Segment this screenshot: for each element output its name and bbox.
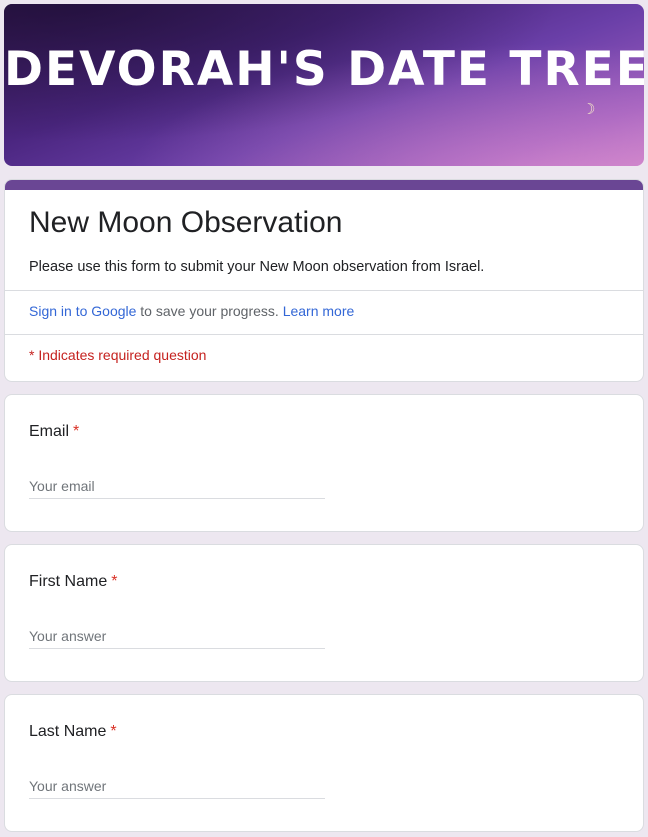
- question-label: Last Name *: [29, 723, 117, 741]
- crescent-moon-icon: ☽: [582, 101, 596, 118]
- form-header-card: New Moon Observation Please use this for…: [4, 179, 644, 382]
- header-banner: DEVORAH'S DATE TREE ☽: [4, 4, 644, 166]
- sign-in-link[interactable]: Sign in to Google: [29, 303, 136, 319]
- divider: [5, 290, 643, 291]
- required-note: * Indicates required question: [29, 347, 207, 363]
- banner-title: DEVORAH'S DATE TREE: [4, 42, 644, 97]
- divider: [5, 334, 643, 335]
- question-label: Email *: [29, 423, 79, 441]
- signin-row: Sign in to Google to save your progress.…: [29, 303, 354, 319]
- required-asterisk: *: [73, 423, 80, 440]
- question-label-text: Last Name: [29, 723, 107, 740]
- last-name-field[interactable]: [29, 773, 325, 799]
- required-asterisk: *: [111, 573, 118, 590]
- required-asterisk: *: [110, 723, 117, 740]
- question-label: First Name *: [29, 573, 117, 591]
- question-first-name: First Name *: [4, 544, 644, 682]
- accent-bar: [5, 180, 643, 190]
- email-field[interactable]: [29, 473, 325, 499]
- form-description: Please use this form to submit your New …: [29, 259, 485, 275]
- question-email: Email *: [4, 394, 644, 532]
- question-label-text: First Name: [29, 573, 108, 590]
- question-last-name: Last Name *: [4, 694, 644, 832]
- first-name-field[interactable]: [29, 623, 325, 649]
- question-label-text: Email: [29, 423, 70, 440]
- signin-text: to save your progress.: [136, 303, 283, 319]
- form-title: New Moon Observation: [29, 206, 343, 239]
- learn-more-link[interactable]: Learn more: [283, 303, 355, 319]
